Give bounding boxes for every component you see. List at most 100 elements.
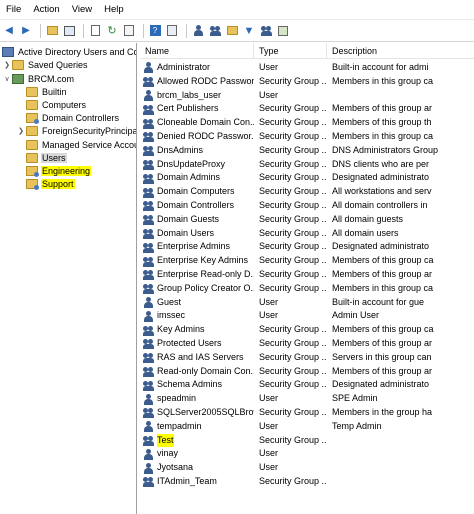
column-header-description[interactable]: Description bbox=[327, 43, 474, 59]
toolbar-separator bbox=[143, 23, 144, 38]
table-row[interactable]: RAS and IAS Servers Security Group ... Ser… bbox=[140, 351, 474, 365]
cell-name: Test bbox=[140, 433, 254, 448]
show-tree-icon[interactable] bbox=[62, 24, 76, 38]
new-user-icon[interactable] bbox=[191, 24, 205, 38]
table-row[interactable]: Jyotsana User bbox=[140, 461, 474, 475]
table-row[interactable]: speadmin User SPE Admin bbox=[140, 392, 474, 406]
menu-view[interactable]: View bbox=[66, 0, 98, 20]
user-icon bbox=[143, 393, 154, 405]
row-description: Members of this group ca bbox=[332, 324, 434, 335]
table-row[interactable]: Cloneable Domain Con... Security Group ..… bbox=[140, 116, 474, 130]
menu-file[interactable]: File bbox=[0, 0, 27, 20]
chevron-right-icon[interactable]: ❯ bbox=[16, 127, 26, 135]
tree-item-users[interactable]: Users bbox=[16, 151, 67, 164]
row-name: RAS and IAS Servers bbox=[157, 351, 244, 362]
row-description: Designated administrato bbox=[332, 241, 430, 252]
up-folder-icon[interactable] bbox=[45, 24, 59, 38]
table-row[interactable]: Test Security Group ... bbox=[140, 433, 474, 448]
table-row[interactable]: Domain Users Security Group ... All domain… bbox=[140, 227, 474, 241]
filter-icon[interactable]: ▼ bbox=[242, 24, 256, 38]
table-row[interactable]: Enterprise Read-only D... Security Group … bbox=[140, 268, 474, 282]
tree-item-foreign-security-principals[interactable]: ❯ ForeignSecurityPrincipals bbox=[16, 124, 136, 137]
group-icon bbox=[143, 352, 154, 364]
group-icon bbox=[143, 435, 154, 446]
table-row[interactable]: Domain Admins Security Group ... Designate… bbox=[140, 171, 474, 185]
forward-icon[interactable]: ▶ bbox=[19, 24, 33, 38]
table-row[interactable]: Domain Computers Security Group ... All wo… bbox=[140, 185, 474, 199]
row-name: Group Policy Creator O... bbox=[157, 282, 254, 293]
row-name: DnsAdmins bbox=[157, 144, 204, 155]
table-row[interactable]: Enterprise Key Admins Security Group ... M… bbox=[140, 254, 474, 268]
row-name: Domain Admins bbox=[157, 172, 221, 183]
tree-item-saved-queries[interactable]: ❯ Saved Queries bbox=[2, 58, 89, 71]
delegate-icon[interactable] bbox=[276, 24, 290, 38]
table-row[interactable]: ITAdmin_Team Security Group ... bbox=[140, 475, 474, 489]
table-row[interactable]: Key Admins Security Group ... Members of t… bbox=[140, 323, 474, 337]
table-row[interactable]: brcm_labs_user User bbox=[140, 89, 474, 103]
tree-item-domain-controllers[interactable]: Domain Controllers bbox=[16, 111, 120, 124]
new-ou-icon[interactable] bbox=[225, 24, 239, 38]
table-row[interactable]: DnsAdmins Security Group ... DNS Administr… bbox=[140, 144, 474, 158]
table-row[interactable]: imssec User Admin User bbox=[140, 309, 474, 323]
table-row[interactable]: Allowed RODC Passwor... Security Group ..… bbox=[140, 75, 474, 89]
back-icon[interactable]: ◀ bbox=[2, 24, 16, 38]
chevron-down-icon[interactable]: ∨ bbox=[2, 75, 12, 83]
table-row[interactable]: vinay User bbox=[140, 447, 474, 461]
row-name: DnsUpdateProxy bbox=[157, 158, 226, 169]
menu-action[interactable]: Action bbox=[27, 0, 65, 20]
group-icon bbox=[143, 159, 154, 170]
table-row[interactable]: Cert Publishers Security Group ... Members… bbox=[140, 102, 474, 116]
tree-item-computers[interactable]: Computers bbox=[16, 98, 87, 111]
table-row[interactable]: tempadmin User Temp Admin bbox=[140, 420, 474, 434]
new-group-icon[interactable] bbox=[208, 24, 222, 38]
table-row[interactable]: Administrator User Built-in account for ad… bbox=[140, 61, 474, 75]
tree-item-support[interactable]: Support bbox=[16, 177, 75, 190]
column-header-name[interactable]: Name bbox=[140, 43, 254, 59]
folder-icon bbox=[26, 152, 38, 163]
chevron-right-icon[interactable]: ❯ bbox=[2, 61, 12, 69]
table-row[interactable]: Domain Guests Security Group ... All domai… bbox=[140, 213, 474, 227]
properties-icon[interactable] bbox=[165, 24, 179, 38]
user-icon bbox=[143, 462, 154, 474]
tree-item-engineering[interactable]: Engineering bbox=[16, 164, 92, 177]
row-description: Built-in account for gue bbox=[332, 296, 425, 307]
export-icon[interactable] bbox=[122, 24, 136, 38]
tree-item-builtin[interactable]: Builtin bbox=[16, 85, 68, 98]
table-row[interactable]: Domain Controllers Security Group ... All … bbox=[140, 199, 474, 213]
refresh-icon[interactable]: ↻ bbox=[105, 24, 119, 38]
copy-icon[interactable] bbox=[88, 24, 102, 38]
table-row[interactable]: Guest User Built-in account for gue bbox=[140, 296, 474, 310]
table-row[interactable]: SQLServer2005SQLBrow... Security Group ..… bbox=[140, 406, 474, 420]
table-row[interactable]: Enterprise Admins Security Group ... Desig… bbox=[140, 240, 474, 254]
tree-item-managed-service-accounts[interactable]: Managed Service Accoun bbox=[16, 138, 136, 151]
cell-name: tempadmin bbox=[140, 420, 254, 434]
row-type: Security Group ... bbox=[259, 379, 327, 390]
row-name: Domain Controllers bbox=[157, 199, 235, 210]
tree-root[interactable]: Active Directory Users and Comp bbox=[2, 45, 136, 58]
group-icon bbox=[143, 104, 154, 115]
row-name: Denied RODC Passwor... bbox=[157, 130, 254, 141]
menu-help[interactable]: Help bbox=[98, 0, 130, 20]
row-type: Security Group ... bbox=[259, 255, 327, 266]
cell-name: Denied RODC Passwor... bbox=[140, 130, 254, 144]
row-description: Members in this group ca bbox=[332, 282, 434, 293]
column-header-type[interactable]: Type bbox=[254, 43, 327, 59]
row-name: Cloneable Domain Con... bbox=[157, 117, 254, 128]
row-type: Security Group ... bbox=[259, 103, 327, 114]
tree-item-domain[interactable]: ∨ BRCM.com bbox=[2, 72, 75, 85]
add-to-group-icon[interactable] bbox=[259, 24, 273, 38]
folder-icon bbox=[26, 125, 38, 136]
table-row[interactable]: Read-only Domain Con... Security Group ..… bbox=[140, 365, 474, 379]
row-name: Domain Guests bbox=[157, 213, 220, 224]
table-row[interactable]: Schema Admins Security Group ... Designate… bbox=[140, 378, 474, 392]
table-row[interactable]: DnsUpdateProxy Security Group ... DNS clie… bbox=[140, 158, 474, 172]
cell-name: Domain Computers bbox=[140, 185, 254, 199]
table-row[interactable]: Group Policy Creator O... Security Group … bbox=[140, 282, 474, 296]
cell-name: Schema Admins bbox=[140, 378, 254, 392]
row-type: Security Group ... bbox=[259, 144, 327, 155]
table-row[interactable]: Denied RODC Passwor... Security Group ...… bbox=[140, 130, 474, 144]
row-description: SPE Admin bbox=[332, 393, 378, 404]
help-icon[interactable]: ? bbox=[148, 24, 162, 38]
table-row[interactable]: Protected Users Security Group ... Members… bbox=[140, 337, 474, 351]
row-type: User bbox=[259, 62, 279, 72]
